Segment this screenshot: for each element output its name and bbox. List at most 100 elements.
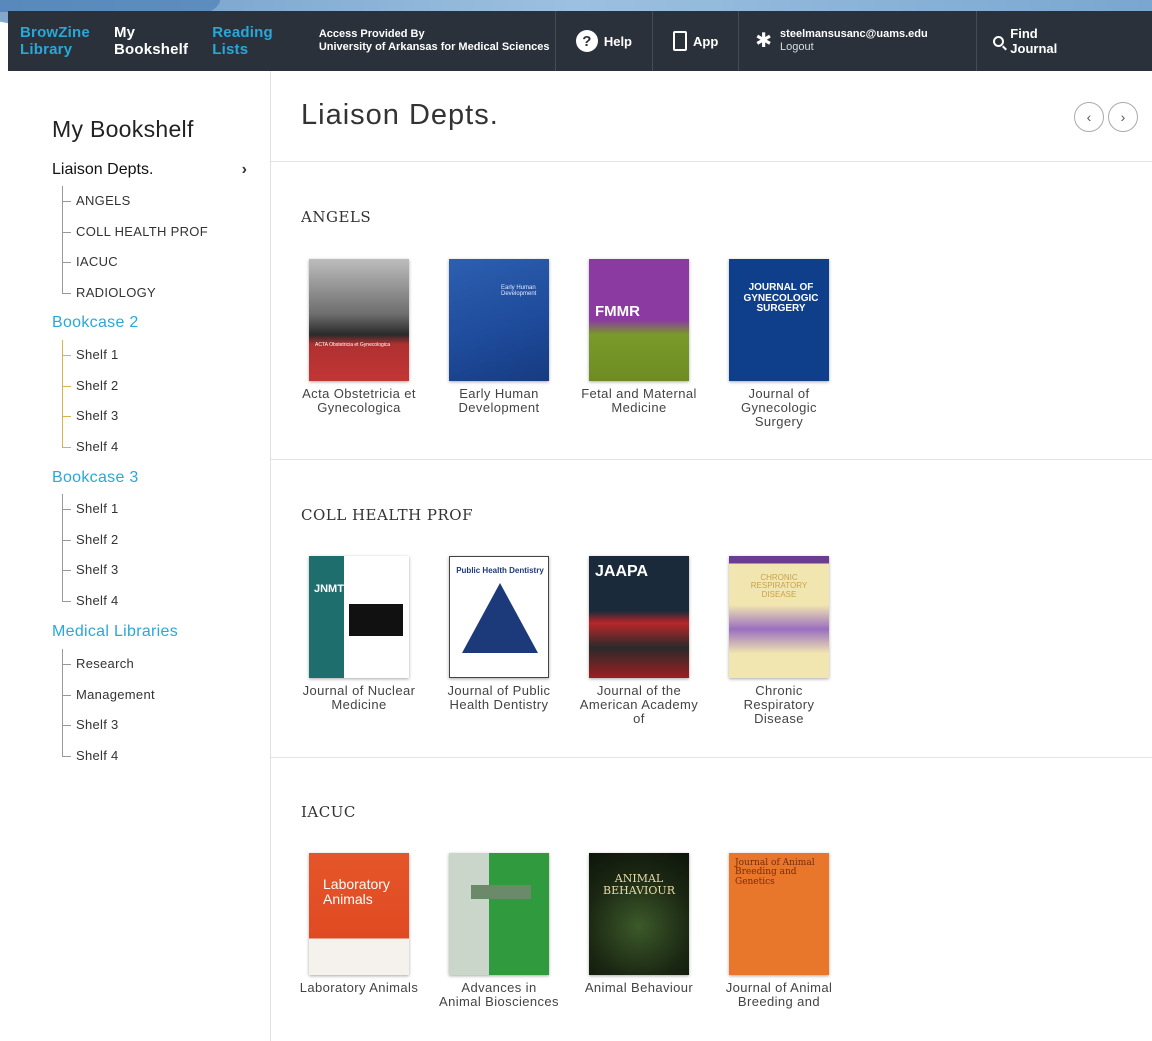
sidebar-shelf-item[interactable]: Research [62,649,155,680]
find-journal-button[interactable]: Find Journal [976,11,1152,71]
journal-title: Journal of Animal Breeding and [725,981,833,1009]
journal-cover[interactable]: JAAPA [589,556,689,678]
sidebar-shelf-item[interactable]: Shelf 3 [62,555,119,586]
journal-cover[interactable]: Public Health Dentistry [449,556,549,678]
find-label-line1: Find [1010,26,1038,41]
journal-tile[interactable]: JOURNAL OF GYNECOLOGIC SURGERY Journal o… [729,259,829,429]
journal-cover[interactable] [449,853,549,975]
cover-image [471,885,531,899]
sidebar-shelf-item[interactable]: Shelf 3 [62,401,119,432]
user-email: steelmansusanc@uams.edu [780,28,928,40]
shelf-heading: IACUC [301,803,356,821]
access-label: Access Provided By [318,28,425,40]
sidebar-shelf-item[interactable]: Shelf 2 [62,524,119,556]
cover-triangle-image [462,583,538,653]
sidebar-shelf-item[interactable]: Shelf 4 [62,585,119,617]
browzine-library-line1: BrowZine [20,24,90,41]
journal-title: Laboratory Animals [299,981,419,995]
shelf-journals: Laboratory Animals Laboratory Animals Ad… [300,853,832,1023]
gear-icon: ✱ [755,30,773,52]
sidebar-shelf-item[interactable]: Shelf 4 [62,740,155,772]
main-content: Liaison Depts. ‹ › ANGELS ACTA Obstetric… [271,71,1152,1041]
my-bookshelf-line2: Bookshelf [113,41,189,58]
journal-tile[interactable]: Early Human Development Early Human Deve… [449,259,549,429]
cover-text: ANIMAL BEHAVIOUR [603,872,675,897]
pager: ‹ › [1074,102,1138,132]
bookcase-3-shelves: Shelf 1 Shelf 2 Shelf 3 Shelf 4 [62,494,119,616]
sidebar-shelf-item[interactable]: RADIOLOGY [62,277,208,309]
next-button[interactable]: › [1108,102,1138,132]
sidebar-medical-libraries[interactable]: Medical Libraries [52,623,178,641]
journal-tile[interactable]: Journal of Animal Breeding and Genetics … [726,853,832,1023]
help-button[interactable]: ? Help [554,11,652,71]
sidebar-shelf-item[interactable]: IACUC [62,247,208,278]
search-icon [993,35,1005,47]
journal-title: Journal of Nuclear Medicine [302,684,416,712]
journal-tile[interactable]: ANIMAL BEHAVIOUR Animal Behaviour [585,853,693,1023]
divider [271,757,1152,758]
journal-title: Acta Obstetricia et Gynecologica [302,387,416,415]
browzine-library-link[interactable]: BrowZine Library [8,11,102,71]
journal-cover[interactable]: CHRONIC RESPIRATORY DISEASE [729,556,829,678]
journal-cover[interactable]: Laboratory Animals [309,853,409,975]
shelf-journals: ACTA Obstetricia et Gynecologica Acta Ob… [302,259,829,429]
reading-lists-line1: Reading [212,24,273,41]
journal-tile[interactable]: FMMR Fetal and Maternal Medicine [581,259,696,429]
sidebar-shelf-item[interactable]: Shelf 2 [62,370,119,402]
journal-title: Fetal and Maternal Medicine [581,387,697,415]
journal-tile[interactable]: Advances in Animal Biosciences [439,853,559,1023]
journal-cover[interactable]: Early Human Development [449,259,549,381]
access-institution: University of Arkansas for Medical Scien… [318,41,550,53]
sidebar-bookcase-2[interactable]: Bookcase 2 [52,314,139,332]
my-bookshelf-link[interactable]: My Bookshelf [102,11,200,71]
cover-text: JOURNAL OF GYNECOLOGIC SURGERY [743,282,819,314]
top-nav: BrowZine Library My Bookshelf Reading Li… [8,11,1152,71]
journal-title: Early Human Development [458,387,540,415]
journal-tile[interactable]: Laboratory Animals Laboratory Animals [300,853,418,1023]
sidebar-shelf-item[interactable]: Shelf 4 [62,431,119,463]
my-bookshelf-line1: My [113,24,136,41]
journal-tile[interactable]: JNMT Journal of Nuclear Medicine [303,556,415,726]
journal-cover[interactable]: JNMT [309,556,409,678]
cover-text: CHRONIC RESPIRATORY DISEASE [750,573,808,599]
current-bookcase-label: Liaison Depts. [52,161,154,178]
cover-text: Laboratory Animals [323,876,390,907]
divider [271,161,1152,162]
journal-cover[interactable]: ANIMAL BEHAVIOUR [589,853,689,975]
cover-text: Public Health Dentistry [456,566,544,575]
divider [271,459,1152,460]
cover-text: JAAPA [595,563,649,580]
previous-button[interactable]: ‹ [1074,102,1104,132]
app-window: BrowZine Library My Bookshelf Reading Li… [0,0,1152,1041]
sidebar-shelf-item[interactable]: Shelf 3 [62,710,155,741]
sidebar-bookcase-3[interactable]: Bookcase 3 [52,469,139,487]
journal-title: Journal of Public Health Dentistry [447,684,551,712]
shelf-heading: ANGELS [301,208,372,226]
chevron-left-icon: ‹ [1086,109,1092,125]
journal-tile[interactable]: CHRONIC RESPIRATORY DISEASE Chronic Resp… [729,556,829,726]
sidebar-shelf-item[interactable]: Management [62,679,155,711]
sidebar-shelf-item[interactable]: Shelf 1 [62,340,119,371]
sidebar: My Bookshelf Liaison Depts. › ANGELS COL… [0,71,271,1041]
journal-tile[interactable]: JAAPA Journal of the American Academy of [580,556,698,726]
medical-libraries-shelves: Research Management Shelf 3 Shelf 4 [62,649,155,771]
logout-link[interactable]: Logout [780,41,928,54]
sidebar-shelf-item[interactable]: Shelf 1 [62,494,119,525]
journal-cover[interactable]: ACTA Obstetricia et Gynecologica [309,259,409,381]
journal-tile[interactable]: Public Health Dentistry Journal of Publi… [448,556,550,726]
sidebar-current-bookcase[interactable]: Liaison Depts. › [52,161,247,179]
journal-cover[interactable]: JOURNAL OF GYNECOLOGIC SURGERY [729,259,829,381]
sidebar-shelf-item[interactable]: ANGELS [62,186,208,217]
journal-tile[interactable]: ACTA Obstetricia et Gynecologica Acta Ob… [302,259,416,429]
journal-cover[interactable]: Journal of Animal Breeding and Genetics [729,853,829,975]
journal-title: Advances in Animal Biosciences [439,981,559,1009]
reading-lists-line2: Lists [212,41,249,58]
journal-title: Chronic Respiratory Disease [743,684,815,726]
journal-title: Animal Behaviour [584,981,694,995]
reading-lists-link[interactable]: Reading Lists [200,11,285,71]
cover-text: ACTA Obstetricia et Gynecologica [315,342,391,348]
sidebar-shelf-item[interactable]: COLL HEALTH PROF [62,216,208,248]
journal-cover[interactable]: FMMR [589,259,689,381]
app-button[interactable]: App [652,11,738,71]
user-menu[interactable]: ✱ steelmansusanc@uams.edu Logout [738,11,976,71]
